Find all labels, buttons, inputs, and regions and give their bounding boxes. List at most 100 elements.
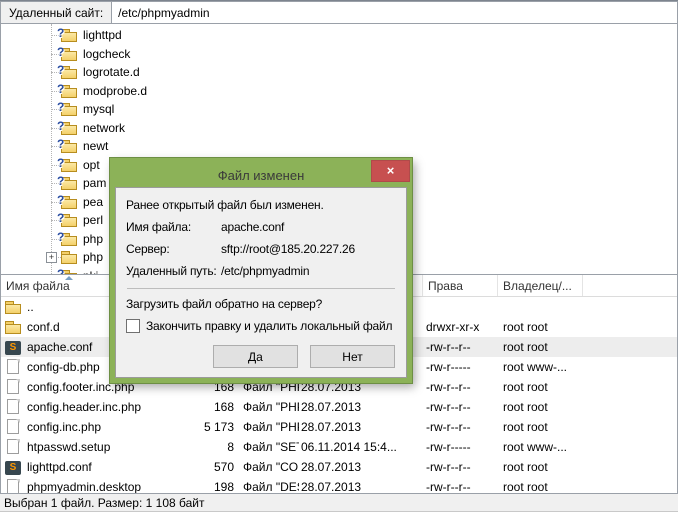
column-header-filler: [583, 275, 677, 296]
expander-plus-icon[interactable]: +: [46, 252, 57, 263]
dialog-buttons: Да Нет: [126, 345, 396, 368]
tree-item-label: network: [83, 121, 125, 135]
file-owner: root root: [498, 420, 583, 434]
column-header-5[interactable]: Владелец/...: [498, 275, 583, 296]
question-mark-badge: ?: [57, 119, 64, 133]
folder-question-icon: ?: [61, 138, 77, 154]
file-date: 28.07.2013: [299, 460, 423, 474]
yes-button[interactable]: Да: [213, 345, 298, 368]
folder-question-icon: ?: [61, 46, 77, 62]
file-row-config.inc.php[interactable]: config.inc.php5 173Файл "PHP"28.07.2013-…: [1, 417, 677, 437]
sort-ascending-icon: [65, 276, 73, 280]
file-type: Файл "PHP": [237, 400, 299, 414]
file-owner: root root: [498, 480, 583, 493]
filename-value: apache.conf: [221, 216, 284, 238]
dialog-separator: [127, 288, 395, 289]
dialog-title: Файл изменен: [218, 168, 305, 183]
file-rights: -rw-r-----: [423, 360, 498, 374]
sublime-file-icon: S: [5, 341, 21, 355]
dialog-titlebar: Файл изменен ×: [115, 163, 407, 187]
tree-item-network[interactable]: ? network: [1, 119, 677, 138]
file-name-cell: config.header.inc.php: [1, 399, 183, 415]
remote-path-value: /etc/phpmyadmin: [221, 260, 309, 282]
server-value: sftp://root@185.20.227.26: [221, 238, 355, 260]
finish-edit-checkbox[interactable]: [126, 319, 140, 333]
file-owner: root www-...: [498, 440, 583, 454]
tree-item-label: php: [83, 232, 103, 246]
tree-item-newt[interactable]: ? newt: [1, 137, 677, 156]
file-icon: [5, 399, 21, 415]
file-size: 8: [183, 440, 237, 454]
file-owner: root root: [498, 460, 583, 474]
question-mark-badge: ?: [57, 63, 64, 77]
file-icon: [5, 439, 21, 455]
close-icon[interactable]: ×: [371, 160, 410, 182]
file-row-phpmyadmin.desktop[interactable]: phpmyadmin.desktop198Файл "DES...28.07.2…: [1, 477, 677, 493]
file-icon: [5, 379, 21, 395]
file-type: Файл "DES...: [237, 480, 299, 493]
folder-icon: [61, 249, 77, 265]
file-row-config.header.inc.php[interactable]: config.header.inc.php 168Файл "PHP"28.07.…: [1, 397, 677, 417]
tree-item-logrotate.d[interactable]: ?logrotate.d: [1, 63, 677, 82]
tree-item-label: php: [83, 250, 103, 264]
filename-label: Имя файла:: [126, 216, 221, 238]
file-icon: [5, 479, 21, 493]
upload-question: Загрузить файл обратно на сервер?: [126, 294, 396, 315]
folder-question-icon: ?: [61, 212, 77, 228]
tree-item-lighttpd[interactable]: ?lighttpd: [1, 26, 677, 45]
file-rights: -rw-r--r--: [423, 460, 498, 474]
dialog-message: Ранее открытый файл был изменен.: [126, 194, 396, 216]
file-size: 168: [183, 400, 237, 414]
dialog-field-filename: Имя файла: apache.conf: [126, 216, 396, 238]
file-name-cell: config.inc.php: [1, 419, 183, 435]
file-owner: root root: [498, 340, 583, 354]
file-rights: -rw-r--r--: [423, 480, 498, 493]
tree-item-label: opt: [83, 158, 100, 172]
finish-edit-label: Закончить правку и удалить локальный фай…: [146, 319, 392, 333]
folder-question-icon: ?: [61, 64, 77, 80]
file-row-lighttpd.conf[interactable]: Slighttpd.conf570Файл "CO...28.07.2013-r…: [1, 457, 677, 477]
remote-path-label: Удаленный путь:: [126, 260, 221, 282]
file-name: config-db.php: [27, 360, 100, 374]
no-button[interactable]: Нет: [310, 345, 395, 368]
file-rights: drwxr-xr-x: [423, 320, 498, 334]
question-mark-badge: ?: [57, 100, 64, 114]
tree-item-label: logcheck: [83, 47, 130, 61]
status-bar: Выбран 1 файл. Размер: 1 108 байт: [0, 493, 678, 512]
dialog-body: Ранее открытый файл был изменен. Имя фай…: [115, 187, 407, 378]
file-name: conf.d: [27, 320, 60, 334]
file-size: 570: [183, 460, 237, 474]
ftp-client-window: Удаленный сайт: ?lighttpd?logcheck?logro…: [0, 0, 678, 512]
question-mark-badge: ?: [57, 193, 64, 207]
question-mark-badge: ?: [57, 137, 64, 151]
tree-item-modprobe.d[interactable]: ?modprobe.d: [1, 82, 677, 101]
status-text: Выбран 1 файл. Размер: 1 108 байт: [4, 496, 204, 510]
file-row-htpasswd.setup[interactable]: htpasswd.setup8Файл "SET...06.11.2014 15…: [1, 437, 677, 457]
remote-path-input[interactable]: [112, 1, 678, 24]
tree-item-logcheck[interactable]: ? logcheck: [1, 45, 677, 64]
file-name: htpasswd.setup: [27, 440, 110, 454]
tree-item-label: newt: [83, 139, 108, 153]
file-type: Файл "SET...: [237, 440, 299, 454]
tree-item-label: pam: [83, 176, 106, 190]
tree-item-label: lighttpd: [83, 28, 122, 42]
tree-item-label: mysql: [83, 102, 114, 116]
column-header-4[interactable]: Права: [423, 275, 498, 296]
tree-item-mysql[interactable]: ? mysql: [1, 100, 677, 119]
file-date: 28.07.2013: [299, 480, 423, 493]
file-owner: root www-...: [498, 360, 583, 374]
file-name: config.header.inc.php: [27, 400, 141, 414]
file-owner: root root: [498, 400, 583, 414]
file-name: phpmyadmin.desktop: [27, 480, 141, 493]
file-size: 5 173: [183, 420, 237, 434]
remote-site-label: Удаленный сайт:: [0, 1, 112, 24]
folder-question-icon: ?: [61, 175, 77, 191]
folder-question-icon: ?: [61, 157, 77, 173]
file-date: 28.07.2013: [299, 400, 423, 414]
question-mark-badge: ?: [57, 211, 64, 225]
remote-site-bar: Удаленный сайт:: [0, 0, 678, 24]
file-rights: -rw-r--r--: [423, 420, 498, 434]
file-name-cell: phpmyadmin.desktop: [1, 479, 183, 493]
file-changed-dialog: Файл изменен × Ранее открытый файл был и…: [110, 158, 412, 383]
sublime-file-icon: S: [5, 461, 21, 475]
